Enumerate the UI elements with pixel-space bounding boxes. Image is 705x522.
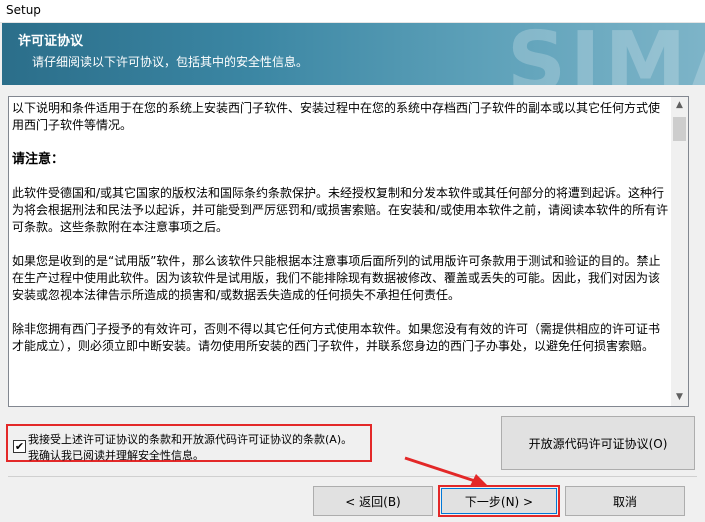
arrow-shaft [404, 456, 479, 484]
setup-window: Setup SIMA 许可证协议 请仔细阅读以下许可协议，包括其中的安全性信息。… [0, 0, 705, 522]
annotation-arrow-icon [404, 456, 488, 486]
